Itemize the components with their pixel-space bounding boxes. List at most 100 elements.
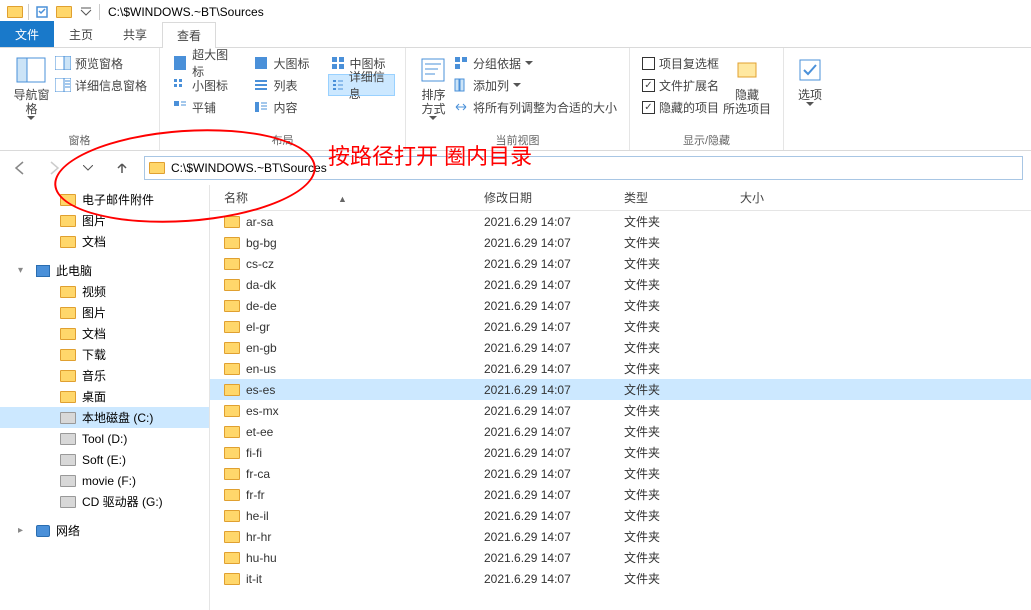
file-row[interactable]: et-ee2021.6.29 14:07文件夹 [210,421,1031,442]
tab-home[interactable]: 主页 [54,21,108,47]
layout-details[interactable]: 详细信息 [328,74,396,96]
add-columns-button[interactable]: 添加列 [451,74,619,96]
drv-icon [60,475,76,487]
file-extensions-toggle[interactable]: ✓文件扩展名 [640,74,721,96]
file-name: it-it [246,572,262,586]
tree-item[interactable]: 文档 [0,323,209,344]
tree-item[interactable]: Tool (D:) [0,428,209,449]
tree-item[interactable]: 电子邮件附件 [0,189,209,210]
up-button[interactable] [110,156,134,180]
hidden-items-toggle[interactable]: ✓隐藏的项目 [640,96,721,118]
file-name: bg-bg [246,236,277,250]
tab-view[interactable]: 查看 [162,22,216,48]
tree-item-label: 文档 [82,233,106,250]
file-row[interactable]: de-de2021.6.29 14:07文件夹 [210,295,1031,316]
ribbon-group-current-view: 排序方式 分组依据 添加列 将所有列调整为合适的大小 [406,48,630,150]
hide-selected-button[interactable]: 隐藏 所选项目 [721,52,773,118]
layout-list[interactable]: 列表 [251,74,313,96]
tree-item-label: 下载 [82,346,106,363]
file-date: 2021.6.29 14:07 [470,215,610,229]
drv-icon [60,496,76,508]
tree-item[interactable]: 音乐 [0,365,209,386]
file-row[interactable]: it-it2021.6.29 14:07文件夹 [210,568,1031,589]
file-row[interactable]: hu-hu2021.6.29 14:07文件夹 [210,547,1031,568]
item-checkboxes-toggle[interactable]: 项目复选框 [640,52,721,74]
tree-item[interactable]: 桌面 [0,386,209,407]
layout-large-icons[interactable]: 大图标 [251,52,313,74]
expand-icon[interactable]: ▸ [18,525,30,536]
file-type: 文件夹 [610,486,726,503]
file-row[interactable]: en-gb2021.6.29 14:07文件夹 [210,337,1031,358]
title-bar: C:\$WINDOWS.~BT\Sources [0,0,1031,23]
tree-item[interactable]: movie (F:) [0,470,209,491]
preview-pane-button[interactable]: 预览窗格 [53,52,149,74]
fld-icon [60,328,76,340]
file-row[interactable]: el-gr2021.6.29 14:07文件夹 [210,316,1031,337]
folder-icon [224,573,240,585]
recent-locations-button[interactable] [76,156,100,180]
file-row[interactable]: es-mx2021.6.29 14:07文件夹 [210,400,1031,421]
file-row[interactable]: fr-fr2021.6.29 14:07文件夹 [210,484,1031,505]
drv-icon [60,412,76,424]
sort-by-button[interactable]: 排序方式 [416,52,451,121]
qat-new-folder[interactable] [53,1,75,23]
column-type[interactable]: 类型 [610,189,726,206]
tree-item[interactable]: 下载 [0,344,209,365]
file-row[interactable]: en-us2021.6.29 14:07文件夹 [210,358,1031,379]
folder-icon [224,237,240,249]
folder-icon [224,300,240,312]
tab-share[interactable]: 共享 [108,21,162,47]
back-button[interactable] [8,156,32,180]
tree-item[interactable]: ▾此电脑 [0,260,209,281]
file-name: el-gr [246,320,270,334]
tab-file[interactable]: 文件 [0,21,54,47]
column-date[interactable]: 修改日期 [470,189,610,206]
address-bar[interactable] [144,156,1023,180]
file-row[interactable]: fi-fi2021.6.29 14:07文件夹 [210,442,1031,463]
column-name[interactable]: 名称▲ [210,189,470,206]
tree-item[interactable]: CD 驱动器 (G:) [0,491,209,512]
file-type: 文件夹 [610,318,726,335]
sort-asc-icon: ▲ [338,194,347,204]
file-type: 文件夹 [610,507,726,524]
forward-button[interactable] [42,156,66,180]
details-pane-button[interactable]: 详细信息窗格 [53,74,149,96]
folder-icon [224,447,240,459]
tree-item[interactable]: ▸网络 [0,520,209,541]
size-columns-button[interactable]: 将所有列调整为合适的大小 [451,96,619,118]
layout-content[interactable]: 内容 [251,96,313,118]
tree-item-label: 图片 [82,304,106,321]
file-row[interactable]: fr-ca2021.6.29 14:07文件夹 [210,463,1031,484]
folder-icon [224,216,240,228]
qat-customize[interactable] [75,1,97,23]
tree-item[interactable]: 图片 [0,210,209,231]
layout-extra-large-icons[interactable]: 超大图标 [170,52,237,74]
nav-pane-button[interactable]: 导航窗格 [10,52,53,121]
file-row[interactable]: cs-cz2021.6.29 14:07文件夹 [210,253,1031,274]
tree-item[interactable]: 图片 [0,302,209,323]
file-row[interactable]: da-dk2021.6.29 14:07文件夹 [210,274,1031,295]
column-size[interactable]: 大小 [726,189,806,206]
file-row[interactable]: es-es2021.6.29 14:07文件夹 [210,379,1031,400]
qat-properties[interactable] [31,1,53,23]
tree-item[interactable]: 视频 [0,281,209,302]
file-name: he-il [246,509,269,523]
tree-item[interactable]: Soft (E:) [0,449,209,470]
file-row[interactable]: he-il2021.6.29 14:07文件夹 [210,505,1031,526]
address-input[interactable] [171,161,1018,175]
expand-icon[interactable]: ▾ [18,265,30,276]
file-row[interactable]: hr-hr2021.6.29 14:07文件夹 [210,526,1031,547]
navigation-tree[interactable]: 电子邮件附件图片文档▾此电脑视频图片文档下载音乐桌面本地磁盘 (C:)Tool … [0,185,210,610]
layout-tiles[interactable]: 平铺 [170,96,237,118]
file-type: 文件夹 [610,528,726,545]
file-row[interactable]: bg-bg2021.6.29 14:07文件夹 [210,232,1031,253]
file-name: cs-cz [246,257,274,271]
options-button[interactable]: 选项 [794,52,826,107]
tree-item-label: CD 驱动器 (G:) [82,493,163,510]
tree-item[interactable]: 文档 [0,231,209,252]
file-row[interactable]: ar-sa2021.6.29 14:07文件夹 [210,211,1031,232]
tree-item[interactable]: 本地磁盘 (C:) [0,407,209,428]
group-by-button[interactable]: 分组依据 [451,52,619,74]
layout-small-icons[interactable]: 小图标 [170,74,237,96]
folder-icon [224,510,240,522]
